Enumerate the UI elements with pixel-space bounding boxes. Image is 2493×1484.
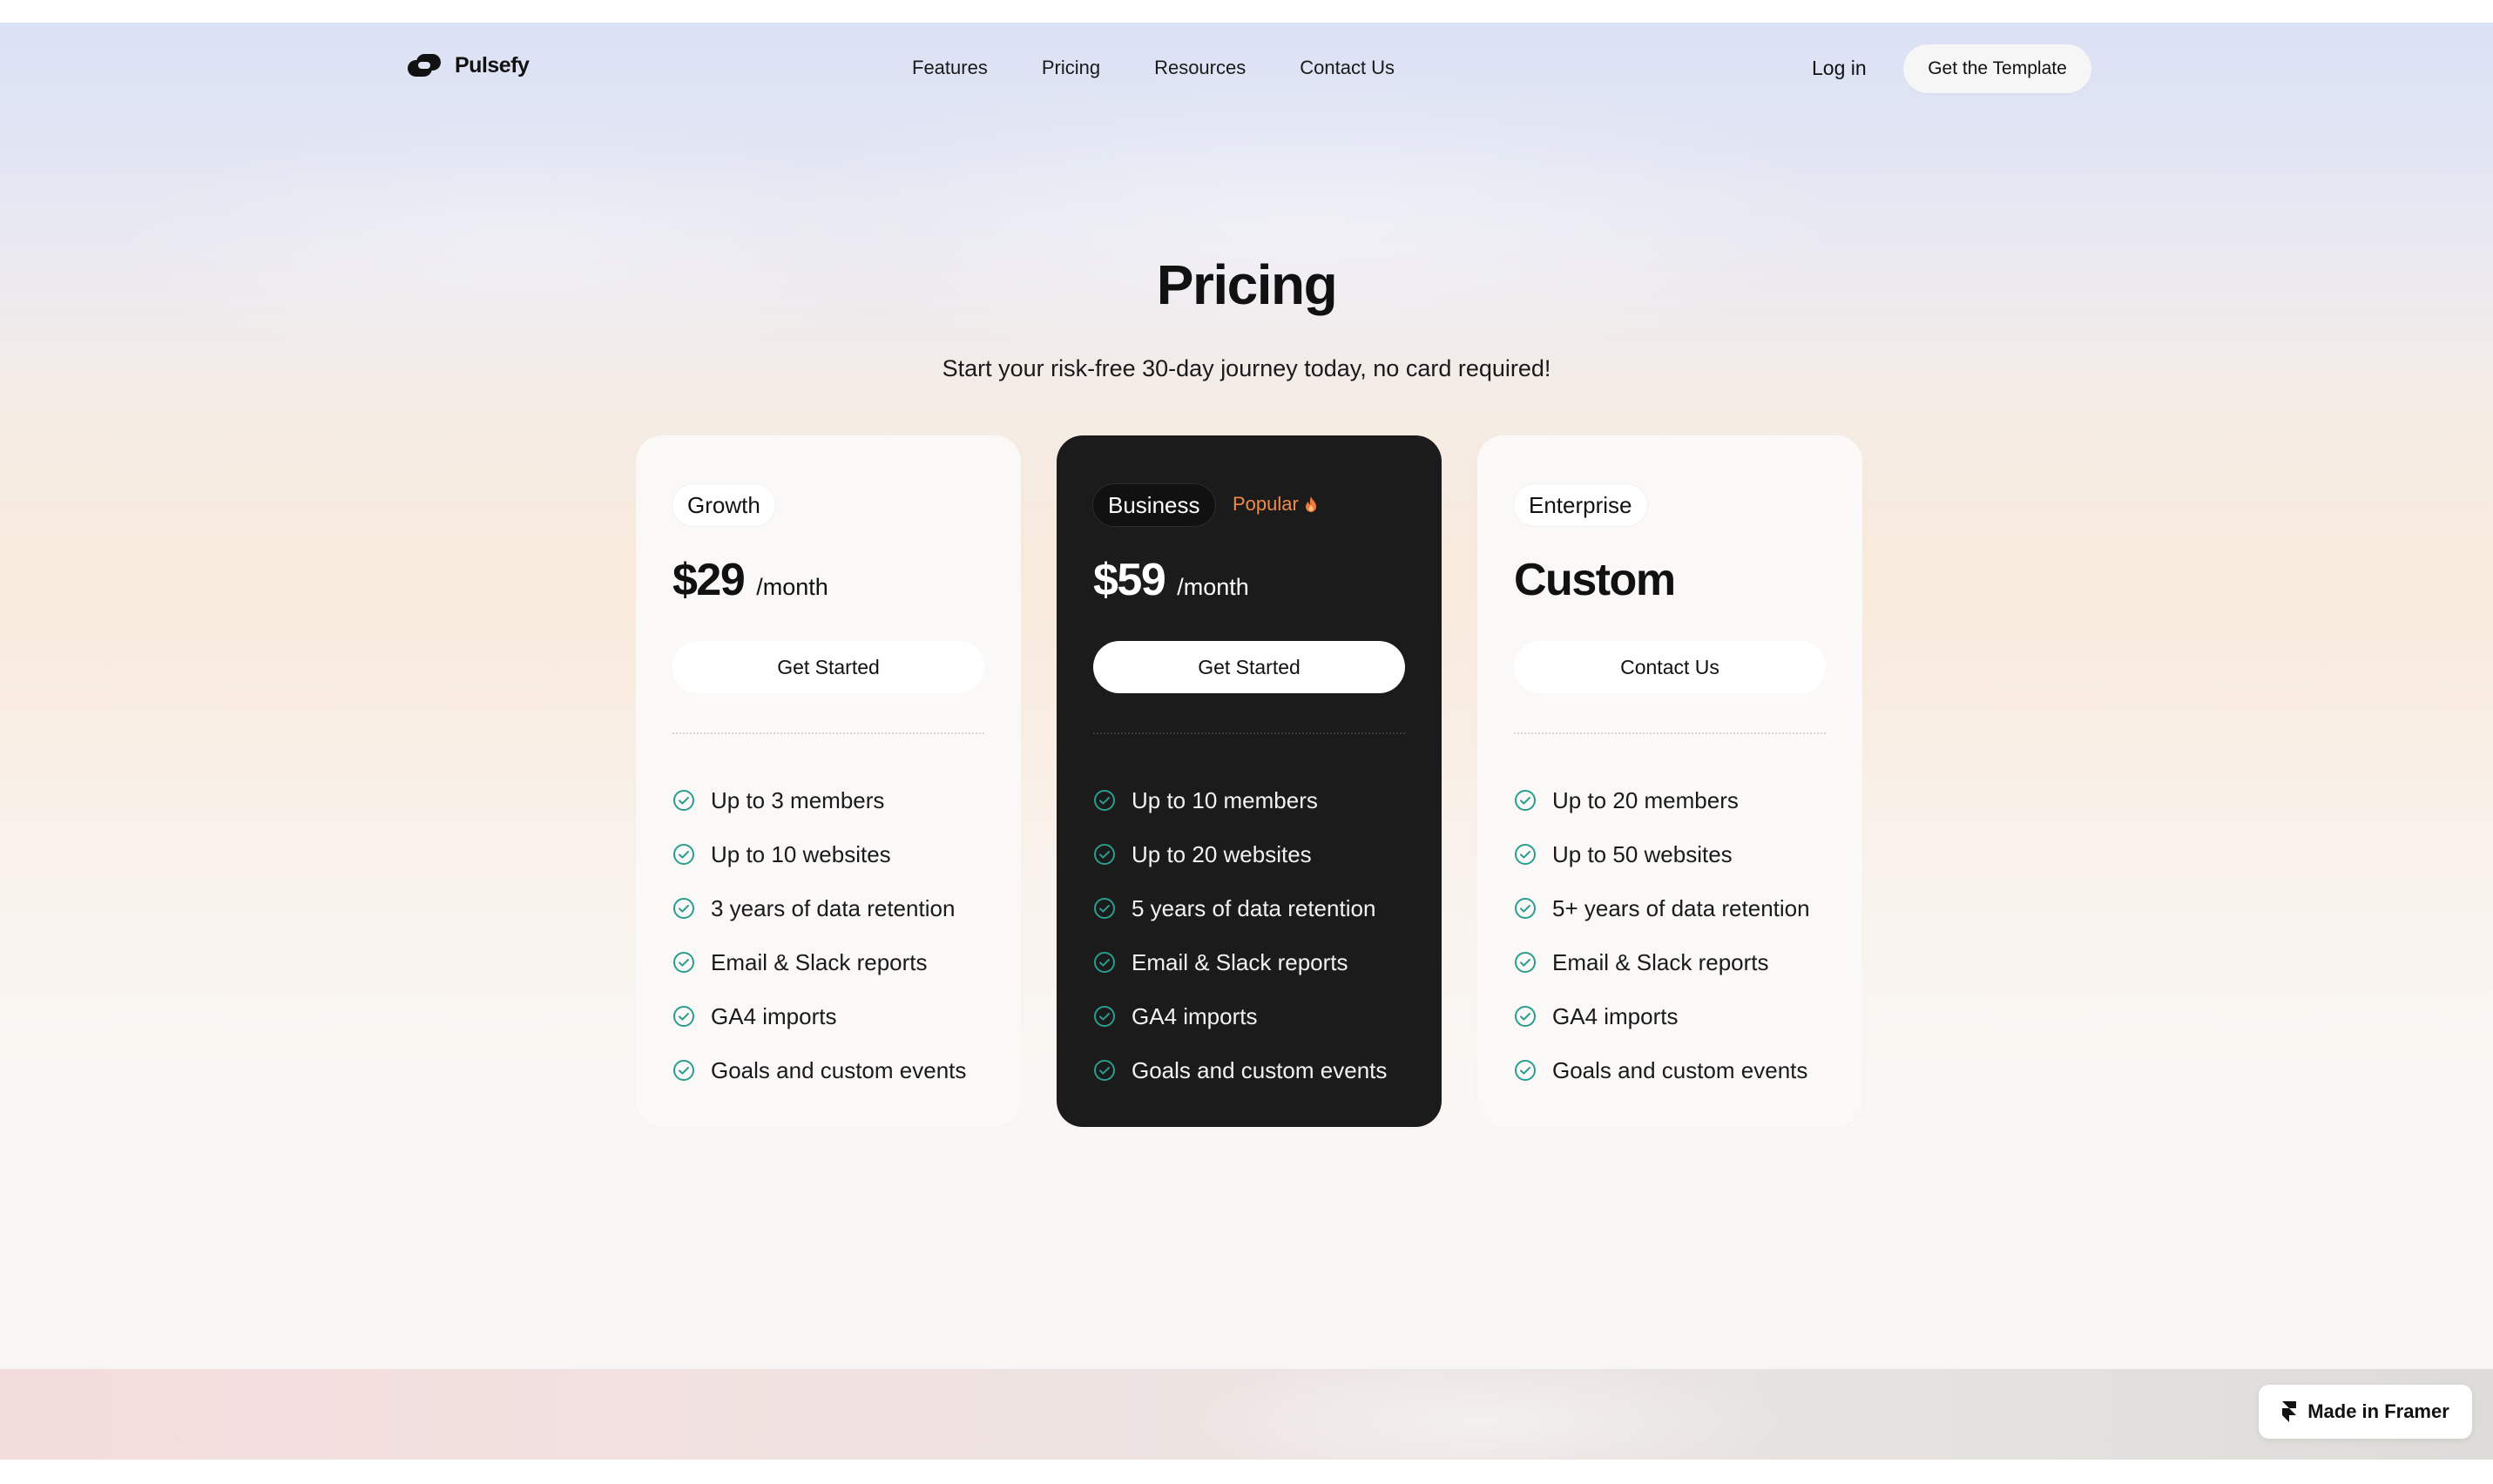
framer-icon — [2282, 1401, 2297, 1422]
feature-text: Up to 50 websites — [1552, 840, 1733, 867]
feature-text: Goals and custom events — [711, 1056, 967, 1083]
check-circle-icon — [1515, 1060, 1536, 1081]
feature-item: 3 years of data retention — [672, 881, 966, 935]
feature-list: Up to 3 members Up to 10 websites 3 year… — [672, 773, 966, 1097]
feature-item: Goals and custom events — [1514, 1043, 1810, 1097]
plan-name: Growth — [672, 484, 775, 526]
feature-item: Up to 50 websites — [1514, 827, 1810, 881]
feature-text: 3 years of data retention — [711, 894, 956, 921]
feature-item: Email & Slack reports — [672, 935, 966, 989]
feature-text: Up to 10 members — [1132, 786, 1318, 813]
top-nav: Pulsefy Features Pricing Resources Conta… — [0, 23, 2493, 114]
feature-item: Email & Slack reports — [1093, 935, 1387, 989]
check-circle-icon — [673, 952, 694, 973]
price-row: Custom — [1514, 554, 1676, 606]
brand-logo[interactable]: Pulsefy — [406, 52, 530, 78]
feature-item: GA4 imports — [1093, 989, 1387, 1043]
check-circle-icon — [673, 898, 694, 919]
brand-name: Pulsefy — [455, 52, 530, 78]
plan-card-business: Business Popular $59 /month Get Started … — [1057, 435, 1442, 1127]
check-circle-icon — [1094, 952, 1115, 973]
feature-list: Up to 20 members Up to 50 websites 5+ ye… — [1514, 773, 1810, 1097]
feature-item: GA4 imports — [1514, 989, 1810, 1043]
feature-text: Goals and custom events — [1132, 1056, 1388, 1083]
feature-item: Up to 20 members — [1514, 773, 1810, 827]
price-row: $59 /month — [1093, 554, 1249, 606]
plan-price: $29 — [672, 555, 746, 605]
plan-price: Custom — [1514, 555, 1676, 605]
feature-item: Email & Slack reports — [1514, 935, 1810, 989]
popular-badge: Popular — [1233, 493, 1318, 516]
check-circle-icon — [1094, 898, 1115, 919]
login-link[interactable]: Log in — [1812, 57, 1867, 80]
check-circle-icon — [1515, 952, 1536, 973]
plan-period: /month — [1177, 574, 1249, 600]
check-circle-icon — [673, 844, 694, 865]
plan-price: $59 — [1093, 555, 1166, 605]
feature-text: Email & Slack reports — [711, 948, 928, 975]
feature-item: 5+ years of data retention — [1514, 881, 1810, 935]
check-circle-icon — [673, 1060, 694, 1081]
feature-text: GA4 imports — [1132, 1002, 1258, 1029]
check-circle-icon — [1094, 1060, 1115, 1081]
check-circle-icon — [673, 1006, 694, 1027]
feature-item: Up to 3 members — [672, 773, 966, 827]
nav-link-resources[interactable]: Resources — [1154, 57, 1246, 79]
contact-us-button[interactable]: Contact Us — [1514, 641, 1826, 693]
made-in-framer-badge[interactable]: Made in Framer — [2259, 1385, 2472, 1439]
feature-item: 5 years of data retention — [1093, 881, 1387, 935]
feature-item: Up to 20 websites — [1093, 827, 1387, 881]
check-circle-icon — [673, 790, 694, 811]
check-circle-icon — [1515, 1006, 1536, 1027]
divider — [1514, 732, 1826, 734]
page-subtitle: Start your risk-free 30-day journey toda… — [942, 355, 1551, 381]
feature-text: Up to 10 websites — [711, 840, 891, 867]
check-circle-icon — [1515, 898, 1536, 919]
price-row: $29 /month — [672, 554, 828, 606]
pulsefy-logo-icon — [406, 52, 443, 78]
page: Pulsefy Features Pricing Resources Conta… — [0, 0, 2493, 1484]
plan-period: /month — [756, 574, 828, 600]
nav-link-features[interactable]: Features — [912, 57, 988, 79]
feature-item: GA4 imports — [672, 989, 966, 1043]
get-template-button[interactable]: Get the Template — [1903, 44, 2091, 93]
feature-text: Email & Slack reports — [1552, 948, 1769, 975]
fire-icon — [1305, 496, 1316, 512]
get-started-button[interactable]: Get Started — [672, 641, 984, 693]
plan-name: Business — [1093, 484, 1215, 526]
feature-text: Up to 20 members — [1552, 786, 1739, 813]
framer-badge-label: Made in Framer — [2307, 1400, 2449, 1422]
feature-text: Goals and custom events — [1552, 1056, 1808, 1083]
feature-item: Up to 10 websites — [672, 827, 966, 881]
get-started-button[interactable]: Get Started — [1093, 641, 1405, 693]
feature-text: 5+ years of data retention — [1552, 894, 1810, 921]
feature-item: Up to 10 members — [1093, 773, 1387, 827]
feature-item: Goals and custom events — [1093, 1043, 1387, 1097]
check-circle-icon — [1515, 790, 1536, 811]
check-circle-icon — [1094, 790, 1115, 811]
check-circle-icon — [1094, 1006, 1115, 1027]
nav-link-pricing[interactable]: Pricing — [1042, 57, 1100, 79]
check-circle-icon — [1094, 844, 1115, 865]
feature-text: Up to 20 websites — [1132, 840, 1312, 867]
feature-text: 5 years of data retention — [1132, 894, 1376, 921]
popular-label: Popular — [1233, 493, 1299, 515]
feature-text: Up to 3 members — [711, 786, 885, 813]
feature-text: Email & Slack reports — [1132, 948, 1348, 975]
divider — [672, 732, 984, 734]
plan-name: Enterprise — [1514, 484, 1647, 526]
nav-links: Features Pricing Resources Contact Us — [912, 57, 1395, 79]
feature-text: GA4 imports — [711, 1002, 837, 1029]
feature-list: Up to 10 members Up to 20 websites 5 yea… — [1093, 773, 1387, 1097]
feature-item: Goals and custom events — [672, 1043, 966, 1097]
plan-card-enterprise: Enterprise Custom Contact Us Up to 20 me… — [1477, 435, 1862, 1127]
divider — [1093, 732, 1405, 734]
page-title: Pricing — [1156, 253, 1338, 316]
plan-card-growth: Growth $29 /month Get Started Up to 3 me… — [636, 435, 1021, 1127]
nav-link-contact[interactable]: Contact Us — [1300, 57, 1395, 79]
footer-band — [0, 1369, 2493, 1460]
feature-text: GA4 imports — [1552, 1002, 1679, 1029]
check-circle-icon — [1515, 844, 1536, 865]
